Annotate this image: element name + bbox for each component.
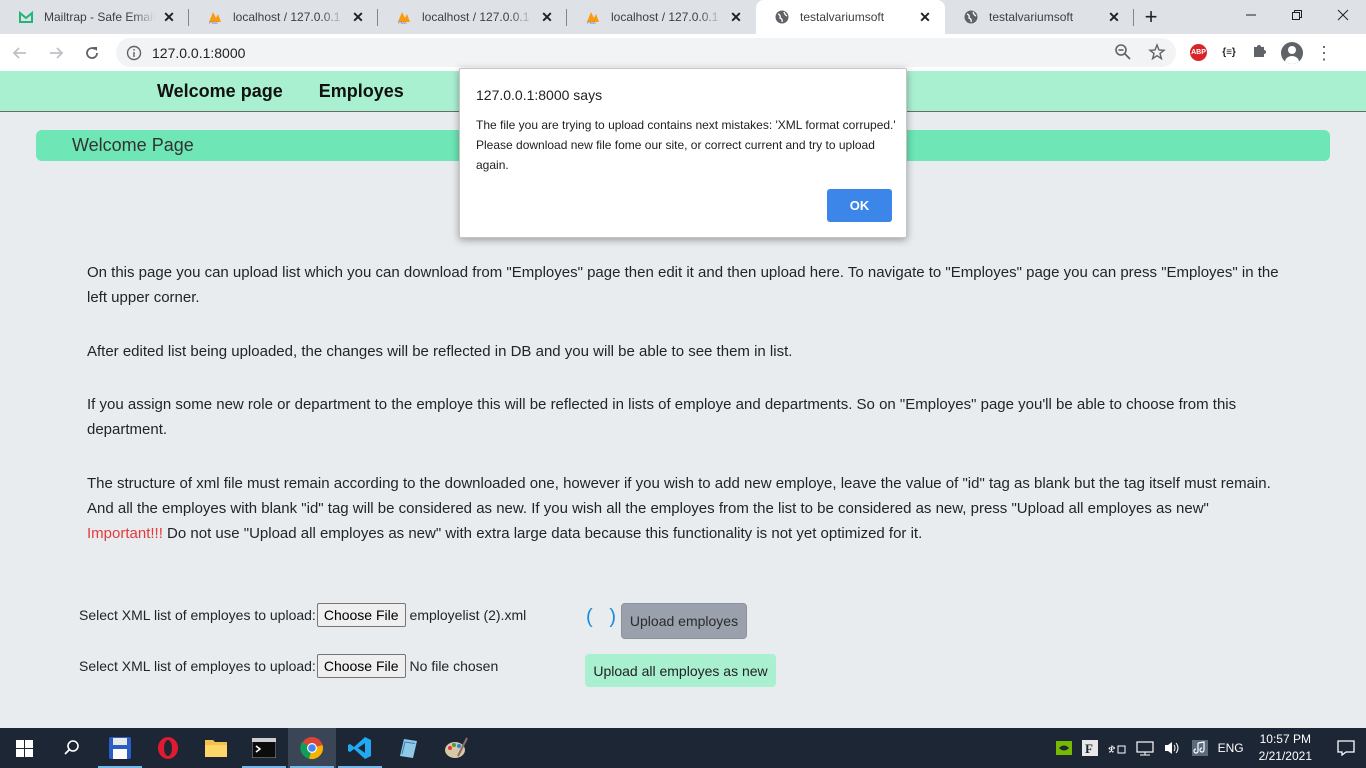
xml-structure-text: The structure of xml file must remain ac…	[87, 475, 1271, 517]
system-tray: F ቋ ENG 10:57 PM 2/21/2021	[1051, 728, 1366, 768]
extensions-area: ABP {≡} ⋮	[1190, 41, 1333, 64]
tab-title: testalvariumsoft	[800, 10, 885, 24]
intro-paragraph: On this page you can upload list which y…	[87, 264, 1279, 306]
menu-kebab-icon[interactable]: ⋮	[1315, 44, 1333, 62]
system-clock[interactable]: 10:57 PM 2/21/2021	[1259, 731, 1312, 765]
phpmyadmin-icon: PMA	[396, 9, 412, 25]
svg-text:PMA: PMA	[587, 20, 596, 25]
back-arrow-icon[interactable]	[4, 37, 36, 69]
volume-icon[interactable]	[1164, 740, 1182, 756]
zoom-out-icon[interactable]	[1114, 43, 1132, 64]
new-tab-button[interactable]: +	[1134, 0, 1168, 34]
restore-icon[interactable]	[1274, 0, 1320, 30]
browser-tab-strip: Mailtrap - Safe Email Testing ✕ PMA loca…	[0, 0, 1366, 34]
departments-paragraph: If you assign some new role or departmen…	[87, 396, 1237, 438]
tab-testalvariumsoft-active[interactable]: testalvariumsoft ✕	[756, 0, 945, 34]
url-text: 127.0.0.1:8000	[152, 44, 246, 61]
tab-phpmyadmin-test-1[interactable]: PMA localhost / 127.0.0.1 / test ✕	[378, 0, 567, 34]
clock-date: 2/21/2021	[1258, 749, 1312, 763]
xml-structure-paragraph: The structure of xml file must remain ac…	[87, 471, 1287, 546]
dialog-ok-button[interactable]: OK	[827, 189, 892, 222]
tab-title: testalvariumsoft	[989, 10, 1074, 24]
tab-title: localhost / 127.0.0.1 / test	[611, 10, 722, 24]
minimize-icon[interactable]	[1228, 0, 1274, 30]
upload-row-all-new: Select XML list of employes to upload: C…	[79, 654, 498, 678]
close-icon[interactable]: ✕	[917, 9, 933, 25]
upload-employes-button[interactable]: Upload employes	[621, 603, 747, 639]
nvidia-icon[interactable]	[1055, 741, 1072, 755]
forward-arrow-icon[interactable]	[40, 37, 72, 69]
window-controls	[1228, 0, 1366, 34]
loading-spinner-icon: ()	[586, 605, 616, 628]
language-indicator[interactable]: ENG	[1218, 741, 1244, 755]
svg-text:PMA: PMA	[209, 20, 218, 25]
close-icon[interactable]: ✕	[728, 9, 744, 25]
svg-text:F: F	[1085, 741, 1093, 756]
globe-icon	[963, 9, 979, 25]
phpmyadmin-icon: PMA	[207, 9, 223, 25]
choose-file-button[interactable]: Choose File	[316, 654, 406, 678]
bookmark-star-icon[interactable]	[1148, 43, 1166, 64]
tab-title: Mailtrap - Safe Email Testing	[44, 10, 155, 24]
nav-employes-link[interactable]: Employes	[319, 81, 404, 102]
nav-welcome-link[interactable]: Welcome page	[157, 81, 283, 102]
svg-text:ቋ: ቋ	[1108, 743, 1115, 755]
notepad-app-icon[interactable]	[384, 728, 432, 768]
profile-avatar-icon[interactable]	[1281, 41, 1303, 64]
close-icon[interactable]: ✕	[539, 9, 555, 25]
tab-mailtrap[interactable]: Mailtrap - Safe Email Testing ✕	[0, 0, 189, 34]
terminal-icon[interactable]	[240, 728, 288, 768]
window-close-icon[interactable]	[1320, 0, 1366, 30]
alert-dialog: 127.0.0.1:8000 says The file you are try…	[459, 68, 907, 238]
network-icon[interactable]	[1135, 740, 1154, 756]
info-icon[interactable]	[126, 45, 142, 61]
selected-file-name: employelist (2).xml	[409, 607, 527, 623]
dialog-title: 127.0.0.1:8000 says	[476, 87, 603, 103]
tab-title: localhost / 127.0.0.1 / ivs	[233, 10, 344, 24]
windows-taskbar: F ቋ ENG 10:57 PM 2/21/2021	[0, 728, 1366, 768]
adblock-plus-icon[interactable]: ABP	[1190, 44, 1207, 61]
file-explorer-icon[interactable]	[192, 728, 240, 768]
tab-phpmyadmin-ivs[interactable]: PMA localhost / 127.0.0.1 / ivs ✕	[189, 0, 378, 34]
browser-toolbar: 127.0.0.1:8000 ABP {≡} ⋮	[0, 34, 1366, 71]
reload-icon[interactable]	[76, 37, 108, 69]
banner-title: Welcome Page	[72, 135, 194, 155]
globe-icon	[774, 9, 790, 25]
puzzle-extensions-icon[interactable]	[1251, 41, 1269, 64]
vscode-icon[interactable]	[336, 728, 384, 768]
upload-all-as-new-button[interactable]: Upload all employes as new	[585, 654, 776, 687]
tab-phpmyadmin-test-2[interactable]: PMA localhost / 127.0.0.1 / test ✕	[567, 0, 756, 34]
tab-testalvariumsoft[interactable]: testalvariumsoft ✕	[945, 0, 1134, 34]
paint-palette-icon[interactable]	[432, 728, 480, 768]
notification-center-icon[interactable]	[1326, 740, 1366, 756]
svg-text:PMA: PMA	[398, 20, 407, 25]
upload-row-employes: Select XML list of employes to upload: C…	[79, 603, 526, 627]
mailtrap-icon	[18, 9, 34, 25]
upload-label: Select XML list of employes to upload:	[79, 658, 316, 674]
opera-browser-icon[interactable]	[144, 728, 192, 768]
save-floppy-app-icon[interactable]	[96, 728, 144, 768]
chrome-browser-icon[interactable]	[288, 728, 336, 768]
close-icon[interactable]: ✕	[1106, 9, 1122, 25]
close-icon[interactable]: ✕	[350, 9, 366, 25]
tab-title: localhost / 127.0.0.1 / test	[422, 10, 533, 24]
dialog-message: The file you are trying to upload contai…	[476, 118, 896, 172]
input-method-icon[interactable]: ቋ	[1108, 740, 1126, 756]
address-bar[interactable]: 127.0.0.1:8000	[116, 38, 1176, 67]
choose-file-button[interactable]: Choose File	[316, 603, 406, 627]
json-viewer-icon[interactable]: {≡}	[1219, 47, 1239, 58]
phpmyadmin-icon: PMA	[585, 9, 601, 25]
clock-time: 10:57 PM	[1259, 732, 1311, 746]
xml-structure-warning-text: Do not use "Upload all employes as new" …	[167, 525, 923, 542]
close-icon[interactable]: ✕	[161, 9, 177, 25]
font-f-icon[interactable]: F	[1081, 740, 1098, 756]
no-file-chosen-text: No file chosen	[409, 658, 499, 674]
upload-info-paragraph: After edited list being uploaded, the ch…	[87, 343, 793, 360]
upload-label: Select XML list of employes to upload:	[79, 607, 316, 623]
important-warning: Important!!!	[87, 525, 163, 542]
windows-start-icon[interactable]	[0, 728, 48, 768]
search-icon[interactable]	[48, 728, 96, 768]
music-app-icon[interactable]	[1191, 740, 1208, 756]
